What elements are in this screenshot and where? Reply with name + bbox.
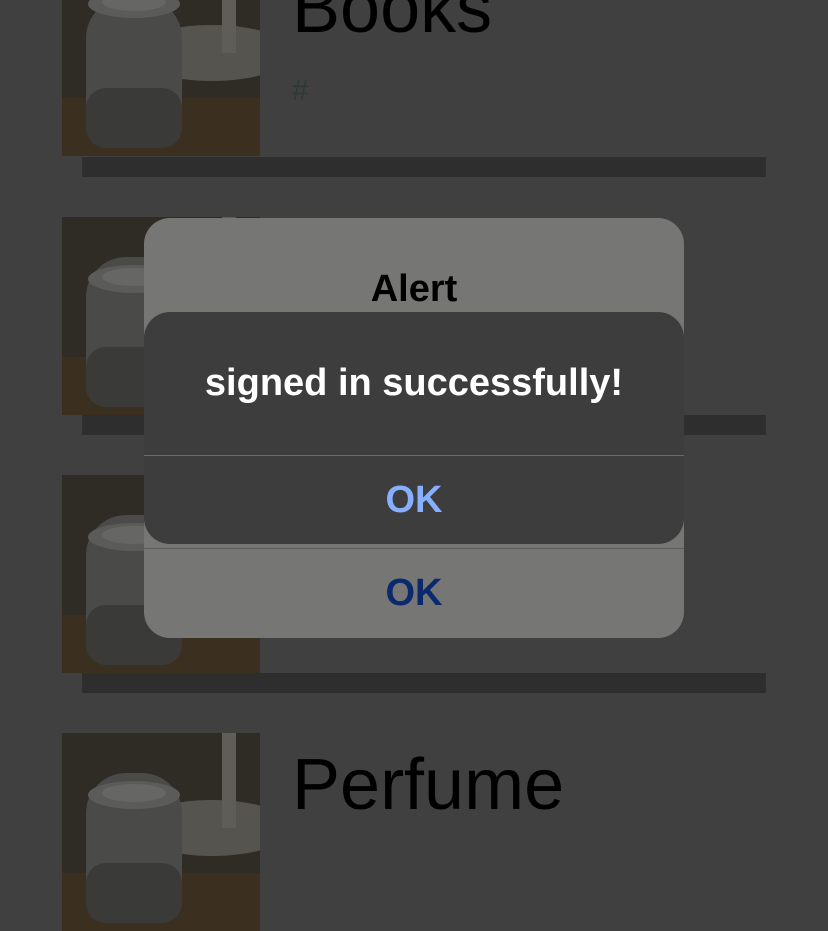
alert-title: Alert [370,268,458,310]
product-image [62,733,260,931]
row-divider [82,673,766,693]
item-title: Books [292,0,493,48]
item-subtitle: # [292,74,309,107]
product-image [62,0,260,156]
list-item[interactable]: Perfume [0,733,828,931]
row-divider [82,157,766,177]
ok-button[interactable]: OK [144,456,684,544]
ok-button[interactable]: OK [144,549,684,638]
alert-dialog: signed in successfully! OK [144,312,684,544]
item-title: Perfume [292,745,565,825]
alert-message: signed in successfully! [204,362,624,404]
